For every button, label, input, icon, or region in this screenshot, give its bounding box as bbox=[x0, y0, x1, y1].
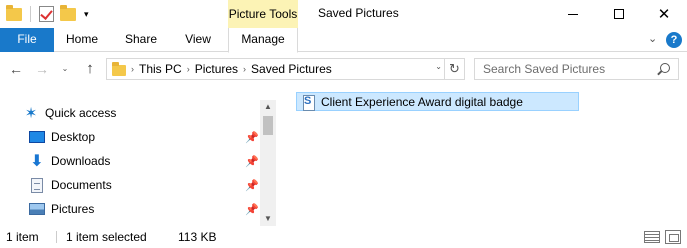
sidebar-item-label: Quick access bbox=[45, 106, 117, 120]
pin-icon[interactable]: 📌 bbox=[245, 155, 259, 168]
details-view-icon[interactable] bbox=[644, 231, 660, 243]
sidebar-item-label: Documents bbox=[51, 178, 112, 192]
ribbon-tabs: File Home Share View Manage ⌄ ? bbox=[0, 28, 687, 53]
navigation-pane: ✶ Quick access Desktop 📌 ⬇ Downloads 📌 D… bbox=[0, 96, 276, 226]
downloads-icon: ⬇ bbox=[30, 153, 44, 170]
sidebar-item-downloads[interactable]: ⬇ Downloads 📌 bbox=[0, 150, 260, 172]
quick-access-toolbar: ▾ bbox=[6, 4, 89, 24]
chevron-right-icon[interactable]: › bbox=[131, 64, 134, 74]
sidebar-item-quick-access[interactable]: ✶ Quick access bbox=[0, 102, 260, 124]
search-icon[interactable] bbox=[660, 63, 670, 73]
maximize-icon bbox=[614, 9, 624, 19]
breadcrumb-this-pc[interactable]: This PC bbox=[139, 62, 182, 76]
recent-locations-icon[interactable]: ⌄ bbox=[58, 59, 72, 79]
navigation-bar: ← → ⌄ ↑ › This PC › Pictures › Saved Pic… bbox=[0, 53, 687, 85]
minimize-icon bbox=[568, 13, 578, 15]
sidebar-item-label: Downloads bbox=[51, 154, 111, 168]
sidebar-item-desktop[interactable]: Desktop 📌 bbox=[0, 126, 260, 148]
forward-button[interactable]: → bbox=[32, 59, 52, 79]
picture-tools-group-label: Picture Tools bbox=[228, 0, 298, 28]
address-bar[interactable]: › This PC › Pictures › Saved Pictures ⌄ … bbox=[106, 58, 465, 80]
file-name: Client Experience Award digital badge bbox=[321, 94, 523, 109]
title-bar: ▾ Picture Tools Saved Pictures ✕ bbox=[0, 0, 687, 28]
sidebar-item-documents[interactable]: Documents 📌 bbox=[0, 174, 260, 196]
close-icon: ✕ bbox=[657, 5, 671, 23]
sway-file-icon bbox=[302, 94, 315, 111]
star-icon: ✶ bbox=[24, 105, 38, 122]
pin-icon[interactable]: 📌 bbox=[245, 203, 259, 216]
file-list[interactable]: Client Experience Award digital badge bbox=[277, 85, 687, 226]
chevron-right-icon[interactable]: › bbox=[243, 64, 246, 74]
breadcrumb-saved-pictures[interactable]: Saved Pictures bbox=[251, 62, 332, 76]
divider bbox=[30, 6, 31, 22]
pin-icon[interactable]: 📌 bbox=[245, 131, 259, 144]
refresh-button[interactable]: ↻ bbox=[444, 59, 464, 79]
up-button[interactable]: ↑ bbox=[80, 59, 100, 79]
tab-home[interactable]: Home bbox=[54, 28, 110, 52]
tab-manage[interactable]: Manage bbox=[228, 28, 298, 53]
pictures-icon bbox=[28, 201, 46, 217]
sidebar-item-pictures[interactable]: Pictures 📌 bbox=[0, 198, 260, 220]
maximize-button[interactable] bbox=[596, 0, 642, 28]
minimize-button[interactable] bbox=[550, 0, 596, 28]
chevron-right-icon[interactable]: › bbox=[187, 64, 190, 74]
pin-icon[interactable]: 📌 bbox=[245, 179, 259, 192]
scroll-up-icon[interactable]: ▲ bbox=[260, 100, 276, 114]
search-placeholder: Search Saved Pictures bbox=[483, 62, 606, 76]
properties-icon[interactable] bbox=[39, 6, 54, 22]
divider bbox=[56, 231, 57, 243]
large-icons-view-icon[interactable] bbox=[665, 230, 681, 244]
back-button[interactable]: ← bbox=[6, 59, 26, 79]
scroll-down-icon[interactable]: ▼ bbox=[260, 212, 276, 226]
scroll-thumb[interactable] bbox=[263, 116, 273, 135]
tab-view[interactable]: View bbox=[172, 28, 224, 52]
list-item[interactable]: Client Experience Award digital badge bbox=[296, 92, 579, 111]
documents-icon bbox=[28, 177, 46, 193]
folder-icon bbox=[112, 62, 126, 76]
tab-file[interactable]: File bbox=[0, 28, 54, 52]
selection-size: 113 KB bbox=[178, 230, 217, 244]
window-title: Saved Pictures bbox=[318, 6, 399, 20]
status-bar: 1 item 1 item selected 113 KB bbox=[0, 226, 687, 248]
desktop-icon bbox=[28, 129, 46, 145]
qat-dropdown-icon[interactable]: ▾ bbox=[84, 9, 89, 19]
selection-count: 1 item selected bbox=[66, 230, 147, 244]
close-button[interactable]: ✕ bbox=[641, 0, 687, 28]
new-folder-icon[interactable] bbox=[60, 4, 76, 21]
sidebar-item-label: Desktop bbox=[51, 130, 96, 144]
chevron-down-icon[interactable]: ⌄ bbox=[435, 62, 442, 71]
help-icon[interactable]: ? bbox=[666, 32, 682, 48]
tab-share[interactable]: Share bbox=[112, 28, 170, 52]
nav-pane-scrollbar[interactable]: ▲ ▼ bbox=[260, 100, 276, 226]
search-input[interactable]: Search Saved Pictures bbox=[474, 58, 679, 80]
folder-icon bbox=[6, 4, 22, 21]
sidebar-item-label: Pictures bbox=[51, 202, 95, 216]
expand-ribbon-icon[interactable]: ⌄ bbox=[648, 32, 657, 45]
item-count: 1 item bbox=[6, 230, 39, 244]
breadcrumb-pictures[interactable]: Pictures bbox=[195, 62, 238, 76]
